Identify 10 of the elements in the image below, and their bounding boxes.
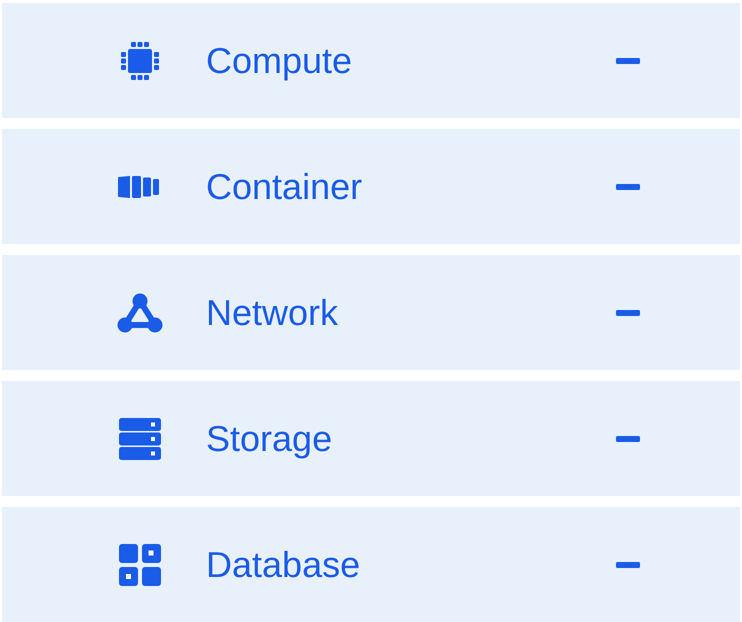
accordion-header[interactable]: Compute xyxy=(2,3,740,118)
nodes-icon xyxy=(117,292,163,332)
accordion-header[interactable]: Database xyxy=(2,507,740,622)
accordion-header[interactable]: Network xyxy=(2,255,740,370)
accordion-header[interactable]: Container xyxy=(2,129,740,244)
accordion-header[interactable]: Storage xyxy=(2,381,740,496)
server-icon xyxy=(119,418,161,460)
bars-icon xyxy=(118,176,162,198)
grid-icon xyxy=(119,544,161,586)
chip-icon xyxy=(120,40,160,80)
